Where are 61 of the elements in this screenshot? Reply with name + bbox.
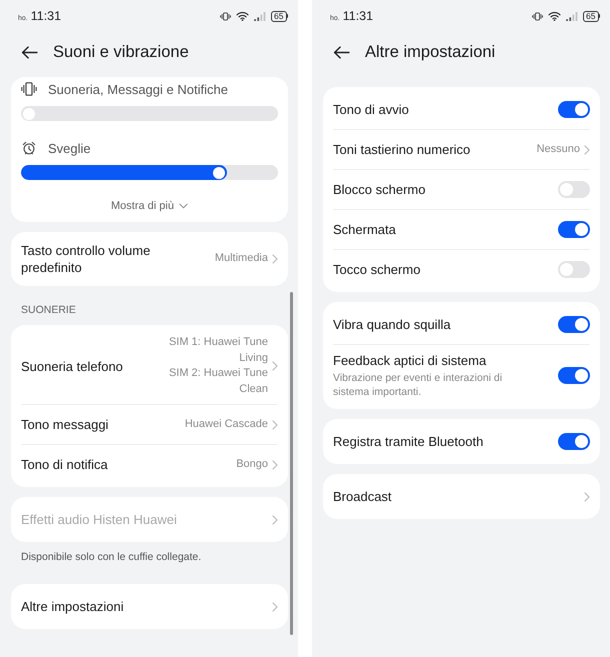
setting-label[interactable]: Tono di notifica: [21, 456, 108, 473]
setting-label[interactable]: Toni tastierino numerico: [333, 141, 470, 158]
slider-label: Sveglie: [48, 140, 91, 156]
back-icon[interactable]: [21, 46, 38, 58]
vibrate-icon: [21, 82, 37, 96]
vibrate-icon: [220, 12, 232, 20]
page-title: Altre impostazioni: [365, 42, 496, 62]
setting-label: Tocco schermo: [333, 261, 420, 278]
chevron-right-icon[interactable]: [272, 602, 278, 612]
setting-label[interactable]: Altre impostazioni: [21, 598, 124, 615]
toggle-switch[interactable]: [558, 316, 590, 333]
chevron-right-icon[interactable]: [272, 361, 278, 371]
toggle-switch[interactable]: [558, 433, 590, 450]
alarm-clock-icon: [21, 141, 37, 155]
setting-value: Huawei Cascade: [184, 416, 268, 432]
chevron-right-icon[interactable]: [272, 460, 278, 470]
battery-indicator: 65: [271, 10, 288, 22]
chevron-right-icon[interactable]: [272, 254, 278, 264]
setting-label: Feedback aptici di sistema: [333, 352, 488, 369]
toggle-switch[interactable]: [558, 367, 590, 384]
chevron-down-icon: [178, 203, 188, 209]
show-more-button[interactable]: Mostra di più: [107, 195, 192, 217]
setting-description: Vibrazione per eventi e interazioni di sistema importanti.: [333, 371, 504, 399]
signal-icon: [254, 12, 266, 20]
volume-slider[interactable]: [21, 106, 278, 121]
battery-indicator: 65: [583, 10, 600, 22]
toggle-switch[interactable]: [558, 181, 590, 198]
section-header: SUONERIE: [20, 303, 77, 318]
setting-label[interactable]: Broadcast: [333, 488, 392, 505]
wifi-icon: [236, 11, 250, 21]
signal-icon: [566, 12, 578, 20]
toggle-switch[interactable]: [558, 221, 590, 238]
setting-value: SIM 1: Huawei Tune Living: [168, 335, 268, 366]
volume-slider[interactable]: [21, 165, 278, 180]
setting-value: SIM 2: Huawei Tune Clean: [168, 366, 268, 396]
back-icon[interactable]: [333, 46, 350, 58]
setting-label[interactable]: Tasto controllo volume predefinito: [21, 242, 181, 276]
setting-label: Tono di avvio: [333, 101, 409, 118]
setting-value: Multimedia: [214, 251, 268, 266]
page-title: Suoni e vibrazione: [53, 42, 189, 62]
setting-value: Bongo: [236, 456, 268, 472]
setting-label: Registra tramite Bluetooth: [333, 433, 484, 450]
setting-label: Blocco schermo: [333, 181, 426, 198]
toggle-switch[interactable]: [558, 261, 590, 278]
vibrate-icon: [532, 12, 544, 20]
chevron-right-icon[interactable]: [584, 144, 590, 154]
slider-thumb[interactable]: [22, 108, 34, 120]
wifi-icon: [548, 11, 562, 21]
setting-label: Vibra quando squilla: [333, 316, 451, 333]
chevron-right-icon[interactable]: [272, 514, 278, 524]
status-time: 11:31: [342, 9, 374, 23]
setting-label: Schermata: [333, 221, 396, 238]
setting-value: Nessuno: [536, 142, 580, 157]
chevron-right-icon[interactable]: [584, 492, 590, 502]
status-time: 11:31: [30, 9, 62, 23]
setting-label[interactable]: Tono messaggi: [21, 416, 108, 433]
setting-label[interactable]: Suoneria telefono: [21, 358, 123, 374]
toggle-switch[interactable]: [558, 101, 590, 118]
slider-label: Suoneria, Messaggi e Notifiche: [48, 82, 228, 96]
footnote-text: Disponibile solo con le cuffie collegate.: [20, 550, 202, 565]
chevron-right-icon[interactable]: [272, 420, 278, 430]
